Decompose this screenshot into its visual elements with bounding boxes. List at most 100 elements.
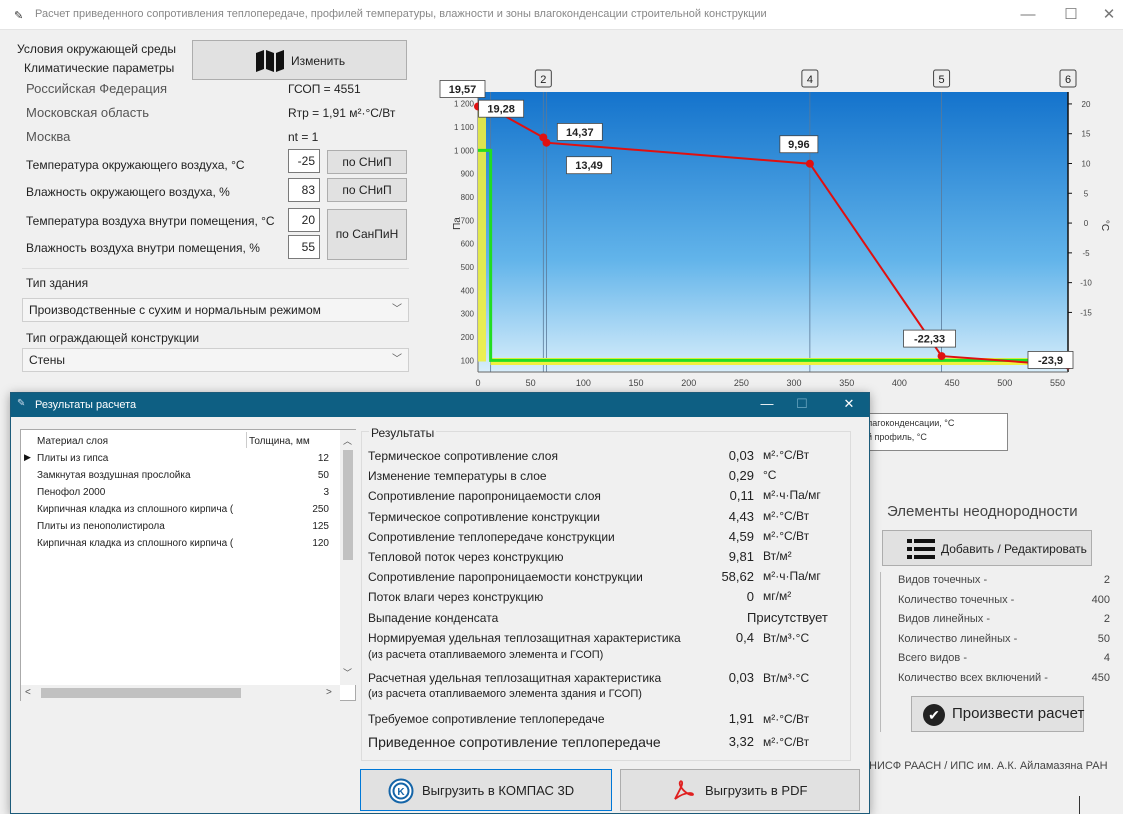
indoor-temp-label: Температура воздуха внутри помещения, °С <box>26 214 275 228</box>
chevron-down-icon: ﹀ <box>392 354 402 365</box>
layer-thickness: 12 <box>317 453 329 464</box>
x-tick-label: 150 <box>629 378 644 388</box>
stat-label: Количество всех включений - <box>898 671 1048 684</box>
table-row[interactable]: Пенофол 2000 3 <box>21 484 340 501</box>
temperature-point <box>937 352 946 361</box>
map-icon <box>256 50 284 72</box>
norm-label-line1: Нормируемая удельная теплозащитная харак… <box>368 631 681 645</box>
y-tick-label: 1 200 <box>454 100 475 109</box>
indoor-hum-label: Влажность воздуха внутри помещения, % <box>26 241 260 255</box>
calc-unit: Вт/м³·°С <box>763 671 810 685</box>
layer-name: Плиты из пенополистирола <box>37 521 165 532</box>
env-section-title: Условия окружающей среды <box>17 42 176 56</box>
enclosure-type-select[interactable]: Стены ﹀ <box>22 348 409 372</box>
x-tick-label: 400 <box>892 378 907 388</box>
calc-value: 0,03 <box>728 670 754 685</box>
layer-name: Плиты из гипса <box>37 453 109 464</box>
y2-tick-label: -5 <box>1082 249 1090 258</box>
app-icon: ✎ <box>17 398 26 409</box>
result-unit: м²·°С/Вт <box>763 508 810 523</box>
x-tick-label: 100 <box>576 378 591 388</box>
chevron-down-icon: ﹀ <box>392 304 402 315</box>
climate-label: Климатические параметры <box>24 61 175 75</box>
svg-text:K: K <box>397 787 405 798</box>
layer-name: Пенофол 2000 <box>37 487 106 498</box>
temperature-point <box>805 159 814 168</box>
divider <box>880 572 881 732</box>
result-label: Сопротивление паропроницаемости слоя <box>368 489 601 504</box>
indoor-temp-input[interactable]: 20 <box>288 208 320 232</box>
temperature-pressure-chart: 0 50 100 150 200 250 300 350 400 450 500 5501002003… <box>439 69 1092 388</box>
outdoor-hum-input[interactable]: 83 <box>288 178 320 202</box>
layer-marker-label: 4 <box>807 74 813 86</box>
result-value: 0,11 <box>729 488 754 504</box>
close-button[interactable]: ✕ <box>1091 4 1123 26</box>
nt-value: nt = 1 <box>288 130 319 144</box>
dialog-maximize-button[interactable]: ☐ <box>789 396 815 412</box>
y2-tick-label: -10 <box>1080 279 1092 288</box>
city-label: Москва <box>26 129 71 144</box>
scrollbar-thumb[interactable] <box>41 688 241 698</box>
result-value: 58,62 <box>721 569 754 585</box>
result-unit: м²·°С/Вт <box>763 448 810 462</box>
y2-tick-label: 15 <box>1082 130 1091 139</box>
export-kompas-button[interactable]: K Выгрузить в КОМПАС 3D <box>360 769 612 811</box>
scroll-right-icon[interactable]: > <box>326 687 332 698</box>
maximize-button[interactable]: ☐ <box>1053 4 1089 26</box>
result-value: 0,03 <box>728 448 754 463</box>
required-resistance-label: Требуемое сопротивление теплопередаче <box>368 712 605 726</box>
scroll-up-icon[interactable]: ︿ <box>343 434 352 447</box>
building-type-label: Тип здания <box>26 276 89 290</box>
result-value: 0 <box>746 589 754 605</box>
table-row[interactable]: Замкнутая воздушная прослойка 50 <box>21 467 340 484</box>
dialog-title: Результаты расчета <box>35 399 137 411</box>
indoor-sanpin-button[interactable]: по СанПиН <box>327 209 407 260</box>
y2-tick-label: 20 <box>1082 100 1091 109</box>
table-header-thickness: Толщина, мм <box>249 436 310 447</box>
layer-name: Замкнутая воздушная прослойка <box>37 470 191 481</box>
layer-thickness: 125 <box>312 521 329 532</box>
y2-tick-label: 5 <box>1084 189 1089 198</box>
scroll-down-icon[interactable]: ﹀ <box>343 666 352 679</box>
table-row[interactable]: Плиты из пенополистирола 125 <box>21 518 340 535</box>
row-selector-icon: ▶ <box>24 452 31 462</box>
outdoor-temp-input[interactable]: -25 <box>288 149 320 173</box>
y-tick-label: 600 <box>461 240 475 249</box>
outdoor-hum-snip-button[interactable]: по СНиП <box>327 178 407 202</box>
horizontal-scrollbar[interactable]: < > <box>21 685 340 701</box>
table-row[interactable]: Кирпичная кладка из сплошного кирпича (1… <box>21 535 340 552</box>
building-type-select[interactable]: Производственные с сухим и нормальным ре… <box>22 298 409 322</box>
change-climate-button[interactable]: Изменить <box>192 40 407 80</box>
dialog-close-button[interactable]: ✕ <box>836 396 862 412</box>
result-unit: м²·ч·Па/мг <box>763 569 821 584</box>
stat-value: 450 <box>1091 671 1110 684</box>
scrollbar-thumb[interactable] <box>343 450 353 560</box>
result-value: 4,43 <box>728 508 754 524</box>
y-tick-label: 1 000 <box>454 146 475 155</box>
result-unit: Вт/м² <box>763 549 792 563</box>
results-dialog: ✎ Результаты расчета — ☐ ✕ Материал слоя… <box>10 392 870 814</box>
result-label: Сопротивление паропроницаемости конструк… <box>368 570 643 585</box>
dialog-minimize-button[interactable]: — <box>754 396 780 411</box>
export-pdf-button[interactable]: Выгрузить в PDF <box>620 769 860 811</box>
stat-value: 2 <box>1103 574 1110 586</box>
dialog-title-bar: ✎ Результаты расчета — ☐ ✕ <box>11 393 869 417</box>
table-row[interactable]: ▶ Плиты из гипса 12 <box>21 450 340 467</box>
x-tick-label: 0 <box>475 378 480 388</box>
layers-table[interactable]: Материал слоя Толщина, мм ︿ ﹀ < > ▶ Плиты… <box>20 429 356 701</box>
table-row[interactable]: Кирпичная кладка из сплошного кирпича (2… <box>21 501 340 518</box>
scroll-left-icon[interactable]: < <box>25 687 31 698</box>
export-pdf-label: Выгрузить в PDF <box>705 783 808 798</box>
minimize-button[interactable]: — <box>1010 4 1046 26</box>
calculate-button[interactable]: ✔ Произвести расчет <box>911 696 1084 732</box>
result-label: Изменение температуры в слое <box>368 469 547 484</box>
stat-label: Видов точечных - <box>898 574 988 586</box>
outdoor-temp-snip-button[interactable]: по СНиП <box>327 150 407 174</box>
indoor-hum-input[interactable]: 55 <box>288 235 320 259</box>
add-edit-button[interactable]: Добавить / Редактировать <box>882 530 1092 566</box>
y-tick-label: 1 100 <box>454 123 475 132</box>
result-value: 9,81 <box>728 549 754 564</box>
vertical-scrollbar[interactable]: ︿ ﹀ <box>340 430 356 685</box>
x-tick-label: 200 <box>681 378 696 388</box>
building-type-value: Производственные с сухим и нормальным ре… <box>29 303 321 317</box>
